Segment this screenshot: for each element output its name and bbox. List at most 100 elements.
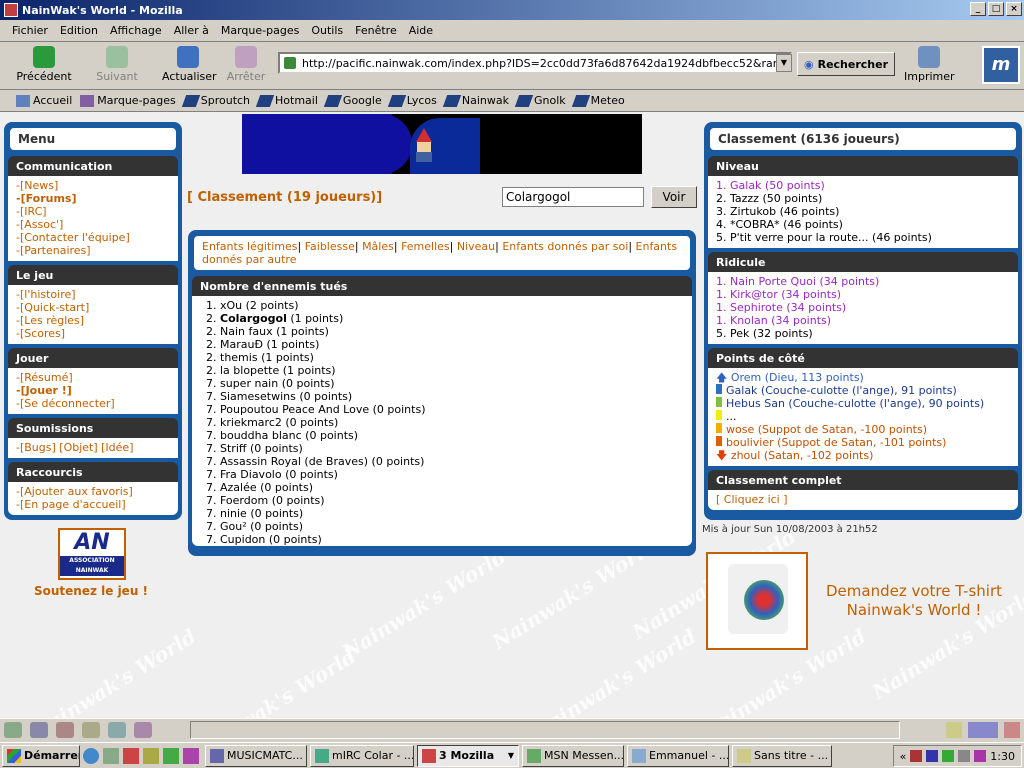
list-item[interactable]: 5. Pek (32 points): [716, 327, 1010, 340]
link-irc[interactable]: -[IRC]: [16, 205, 170, 218]
task-msn[interactable]: MSN Messen...: [522, 744, 624, 767]
table-row[interactable]: 7. Cupidon (0 points): [206, 533, 684, 546]
url-input[interactable]: http://pacific.nainwak.com/index.php?IDS…: [278, 52, 792, 74]
table-row[interactable]: 7. Foerdom (0 points): [206, 494, 684, 507]
support-link[interactable]: Soutenez le jeu !: [16, 584, 166, 598]
classement-title[interactable]: [ Classement (19 joueurs)]: [187, 190, 382, 205]
print-button[interactable]: Imprimer: [904, 46, 955, 83]
task-musicmatch[interactable]: MUSICMATC...: [205, 744, 307, 767]
tray-icon[interactable]: [974, 750, 987, 762]
menu-outils[interactable]: Outils: [305, 24, 349, 37]
tray-icon[interactable]: [926, 750, 939, 762]
start-button[interactable]: Démarrer: [2, 744, 80, 767]
link-partners[interactable]: -[Partenaires]: [16, 244, 170, 257]
tshirt-image[interactable]: [706, 552, 808, 650]
player-name[interactable]: Colargogol: [220, 312, 287, 325]
link-resume[interactable]: -[Résumé]: [16, 371, 170, 384]
player-name[interactable]: Siamesetwins: [220, 390, 296, 403]
link-news[interactable]: -[News]: [16, 179, 170, 192]
task-sans-titre[interactable]: Sans titre - ...: [732, 744, 832, 767]
player-name[interactable]: Fra Diavolo: [220, 468, 282, 481]
forward-button[interactable]: Suivant: [94, 46, 140, 83]
stop-button[interactable]: Arrêter: [226, 46, 266, 83]
menu-aller[interactable]: Aller à: [168, 24, 215, 37]
tray-expand-icon[interactable]: «: [900, 750, 907, 763]
list-item[interactable]: wose (Suppot de Satan, -100 points): [716, 423, 1010, 436]
tab-males[interactable]: Mâles: [362, 240, 394, 253]
minimize-button[interactable]: _: [970, 2, 986, 16]
close-button[interactable]: ×: [1006, 2, 1022, 16]
link-deconnecter[interactable]: -[Se déconnecter]: [16, 397, 170, 410]
tray-icon[interactable]: [942, 750, 955, 762]
list-item[interactable]: 1. Galak (50 points): [716, 179, 1010, 192]
table-row[interactable]: 7. Gou² (0 points): [206, 520, 684, 533]
player-name[interactable]: la blopette: [220, 364, 279, 377]
chat-icon[interactable]: [108, 722, 126, 738]
bookmark-sproutch[interactable]: Sproutch: [181, 94, 250, 107]
menu-aide[interactable]: Aide: [403, 24, 439, 37]
quicklaunch-icon[interactable]: [183, 747, 199, 764]
table-row[interactable]: 2. la blopette (1 points): [206, 364, 684, 377]
composer-icon[interactable]: [56, 722, 74, 738]
link-jouer[interactable]: -[Jouer !]: [16, 384, 170, 397]
table-row[interactable]: 1. xOu (2 points): [206, 299, 684, 312]
maximize-button[interactable]: □: [988, 2, 1004, 16]
player-name[interactable]: Nain faux: [220, 325, 273, 338]
voir-button[interactable]: Voir: [651, 186, 697, 208]
tab-femelles[interactable]: Femelles: [401, 240, 450, 253]
list-item[interactable]: 1. Knolan (34 points): [716, 314, 1010, 327]
quicklaunch-icon[interactable]: [143, 747, 159, 764]
bookmark-accueil[interactable]: Accueil: [16, 94, 72, 107]
player-name[interactable]: Poupoutou Peace And Love: [220, 403, 369, 416]
tshirt-promo[interactable]: Demandez votre T-shirt Nainwak's World !: [814, 582, 1014, 620]
menu-fichier[interactable]: Fichier: [6, 24, 54, 37]
classement-complet-link[interactable]: [ Cliquez ici ]: [716, 493, 1010, 506]
irc-icon[interactable]: [134, 722, 152, 738]
table-row[interactable]: 2. themis (1 points): [206, 351, 684, 364]
list-item[interactable]: 🡅 Orem (Dieu, 113 points): [716, 371, 1010, 384]
task-mirc[interactable]: mIRC Colar - ...: [310, 744, 414, 767]
player-name[interactable]: MarauÐ: [220, 338, 263, 351]
list-item[interactable]: boulivier (Suppot de Satan, -101 points): [716, 436, 1010, 449]
mail-icon[interactable]: [30, 722, 48, 738]
list-item[interactable]: 5. P'tit verre pour la route... (46 poin…: [716, 231, 1010, 244]
list-item[interactable]: 1. Kirk@tor (34 points): [716, 288, 1010, 301]
player-name[interactable]: Assassin Royal (de Braves): [220, 455, 368, 468]
link-forums[interactable]: -[Forums]: [16, 192, 170, 205]
tab-enfants-donnes-soi[interactable]: Enfants donnés par soi: [502, 240, 628, 253]
tab-faiblesse[interactable]: Faiblesse: [305, 240, 355, 253]
list-item[interactable]: 2. Tazzz (50 points): [716, 192, 1010, 205]
player-search-input[interactable]: Colargogol: [502, 187, 644, 207]
list-item[interactable]: 3. Zirtukob (46 points): [716, 205, 1010, 218]
list-item[interactable]: 1. Sephirote (34 points): [716, 301, 1010, 314]
tray-icon[interactable]: [910, 750, 923, 762]
link-favoris[interactable]: -[Ajouter aux favoris]: [16, 485, 170, 498]
volume-icon[interactable]: [958, 750, 971, 762]
link-submissions[interactable]: -[Bugs] [Objet] [Idée]: [16, 441, 170, 454]
player-name[interactable]: Cupidon: [220, 533, 265, 546]
link-assoc[interactable]: -[Assoc']: [16, 218, 170, 231]
table-row[interactable]: 7. ninie (0 points): [206, 507, 684, 520]
bookmark-gnolk[interactable]: Gnolk: [514, 94, 566, 107]
bookmark-nainwak[interactable]: Nainwak: [442, 94, 509, 107]
player-name[interactable]: super nain: [220, 377, 278, 390]
player-name[interactable]: themis: [220, 351, 258, 364]
player-name[interactable]: bouddha blanc: [220, 429, 302, 442]
list-item[interactable]: 1. Nain Porte Quoi (34 points): [716, 275, 1010, 288]
security-icon[interactable]: [946, 722, 962, 738]
table-row[interactable]: 7. bouddha blanc (0 points): [206, 429, 684, 442]
url-dropdown-button[interactable]: ▼: [776, 54, 792, 72]
menu-marque-pages[interactable]: Marque-pages: [215, 24, 305, 37]
list-item[interactable]: Hebus San (Couche-culotte (l'ange), 90 p…: [716, 397, 1010, 410]
table-row[interactable]: 7. Azalée (0 points): [206, 481, 684, 494]
task-emmanuel[interactable]: Emmanuel - ...: [627, 744, 729, 767]
player-name[interactable]: ninie: [220, 507, 247, 520]
link-histoire[interactable]: -[l'histoire]: [16, 288, 170, 301]
bookmark-marque-pages[interactable]: Marque-pages: [80, 94, 176, 107]
table-row[interactable]: 2. MarauÐ (1 points): [206, 338, 684, 351]
table-row[interactable]: 7. Siamesetwins (0 points): [206, 390, 684, 403]
table-row[interactable]: 7. Fra Diavolo (0 points): [206, 468, 684, 481]
link-regles[interactable]: -[Les règles]: [16, 314, 170, 327]
list-item[interactable]: Galak (Couche-culotte (l'ange), 91 point…: [716, 384, 1010, 397]
quicklaunch-icon[interactable]: [103, 747, 119, 764]
